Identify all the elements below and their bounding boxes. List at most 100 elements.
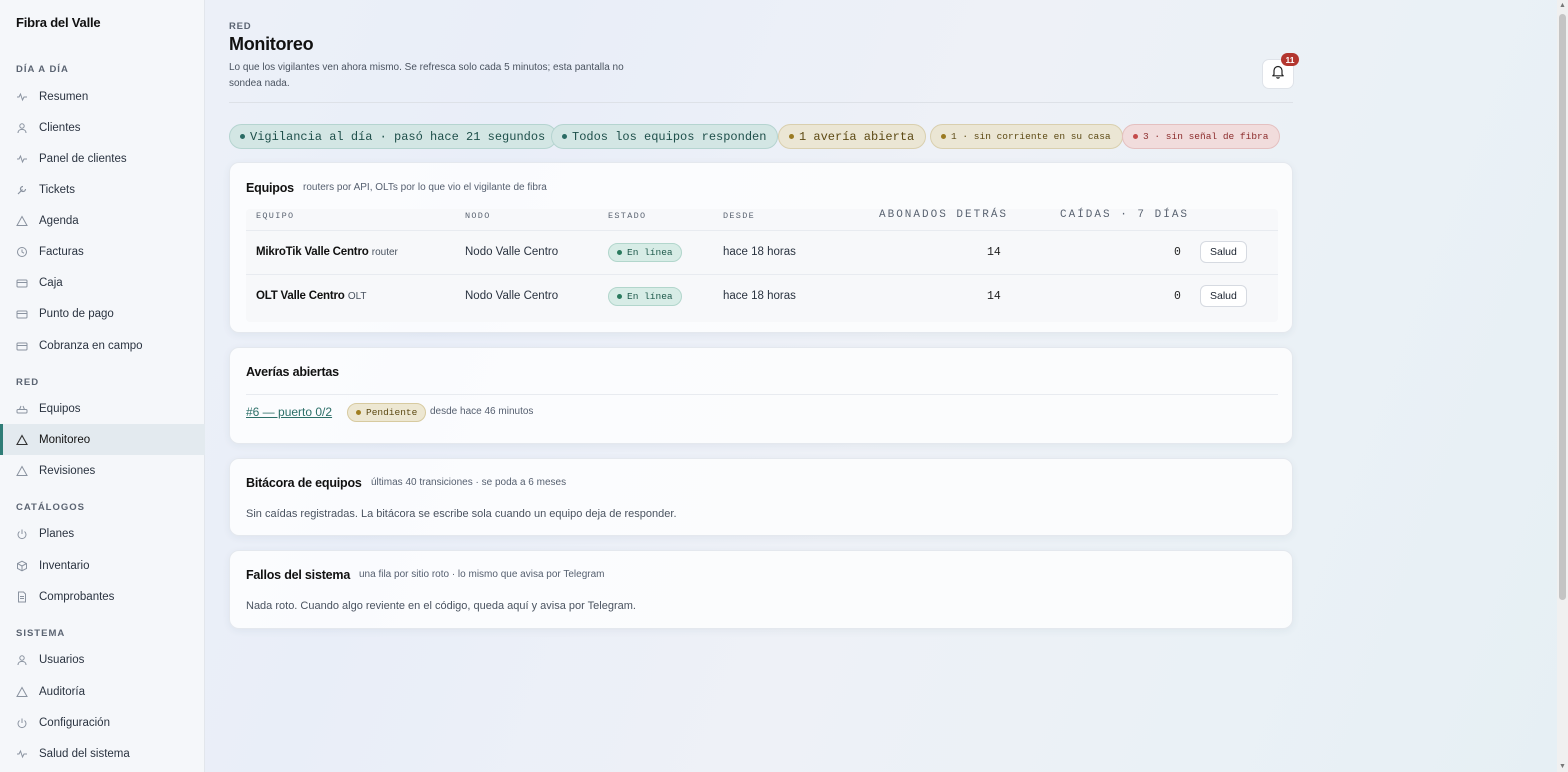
status-label: Pendiente [366,407,418,418]
averia-since: desde hace 46 minutos [430,406,534,417]
warning-icon [16,685,28,698]
sidebar-item-caja[interactable]: Caja [0,267,205,298]
sidebar-item-label: Agenda [39,214,79,227]
router-icon [16,403,28,415]
sidebar-item-configuracion[interactable]: Configuración [0,707,205,738]
chip-label: 1 · sin corriente en su casa [951,131,1111,142]
chip-label: 3 · sin señal de fibra [1143,131,1269,142]
empty-state-text: Nada roto. Cuando algo reviente en el có… [246,600,636,612]
section-dia-a-dia: DÍA A DÍA [16,64,69,75]
document-icon [16,591,28,603]
sidebar-item-monitoreo[interactable]: Monitoreo [0,424,205,455]
sidebar-item-panel-de-clientes[interactable]: Panel de clientes [0,143,205,174]
card-title: Averías abiertas [246,365,339,379]
sidebar-item-label: Usuarios [39,653,85,666]
sidebar-item-label: Facturas [39,245,84,258]
sidebar-item-revisiones[interactable]: Revisiones [0,455,205,486]
status-chip-averias: 1 avería abierta [778,124,927,149]
warning-icon [16,214,28,227]
sidebar-item-label: Salud del sistema [39,747,130,760]
caidas-cell: 0 [1174,290,1181,303]
sidebar-item-facturas[interactable]: Facturas [0,236,205,267]
sidebar-item-equipos[interactable]: Equipos [0,393,205,424]
sidebar-item-tickets[interactable]: Tickets [0,174,205,205]
sidebar-item-label: Clientes [39,121,81,134]
column-header: ABONADOS DETRÁS [879,209,1009,221]
column-header: ESTADO [608,211,647,221]
sidebar-item-resumen[interactable]: Resumen [0,81,205,112]
card-title: Equipos [246,181,294,195]
sidebar-item-agenda[interactable]: Agenda [0,205,205,236]
page-title: Monitoreo [229,34,314,54]
status-dot [356,410,361,415]
sidebar-item-punto-de-pago[interactable]: Punto de pago [0,298,205,329]
averia-link[interactable]: #6 — puerto 0/2 [246,405,332,419]
abonados-cell: 14 [987,246,1001,259]
sidebar-item-planes[interactable]: Planes [0,518,205,549]
sidebar-item-label: Inventario [39,559,90,572]
sidebar-item-label: Configuración [39,716,110,729]
status-chip-sin-senal: 3 · sin señal de fibra [1122,124,1281,149]
equipo-kind: OLT [347,291,367,302]
card-title: Fallos del sistema [246,568,351,582]
sidebar-item-label: Equipos [39,402,81,415]
warning-icon [16,464,28,477]
status-badge: Pendiente [347,403,427,422]
sidebar-item-label: Caja [39,276,63,289]
row-divider [246,274,1278,275]
status-dot [789,134,794,139]
status-dot [1133,134,1138,139]
nodo-cell: Nodo Valle Centro [465,290,559,302]
vertical-scrollbar[interactable]: ▲ ▼ [1557,0,1568,772]
status-chip-vigilancia: Vigilancia al día · pasó hace 21 segundo… [229,124,558,149]
equipos-card: Equipos routers por API, OLTs por lo que… [229,162,1293,333]
sidebar-item-auditoria[interactable]: Auditoría [0,676,205,707]
scroll-down-icon[interactable]: ▼ [1559,763,1566,770]
status-dot [617,250,622,255]
card-note: últimas 40 transiciones · se poda a 6 me… [371,477,567,488]
warning-icon [16,433,28,446]
nodo-cell: Nodo Valle Centro [465,246,559,258]
equipo-cell: OLT Valle Centro OLT [256,290,367,302]
power-icon [16,717,28,729]
card-icon [16,277,28,289]
salud-button[interactable]: Salud [1200,285,1247,307]
fallos-card: Fallos del sistema una fila por sitio ro… [229,550,1293,629]
equipos-table [246,209,1278,322]
notification-count-badge: 11 [1281,53,1299,66]
clock-icon [16,246,28,258]
bitacora-card: Bitácora de equipos últimas 40 transicio… [229,458,1293,536]
bell-icon [1271,64,1285,84]
section-catalogos: CATÁLOGOS [16,502,85,513]
card-icon [16,308,28,320]
row-divider [246,230,1278,231]
sidebar-item-label: Cobranza en campo [39,339,143,352]
column-header: NODO [465,211,491,221]
sidebar-item-comprobantes[interactable]: Comprobantes [0,581,205,612]
sidebar-item-cobranza-en-campo[interactable]: Cobranza en campo [0,330,205,361]
sidebar-item-label: Monitoreo [39,433,91,446]
desde-cell: hace 18 horas [723,290,796,302]
chip-label: Vigilancia al día · pasó hace 21 segundo… [250,129,546,144]
sidebar-item-salud-del-sistema[interactable]: Salud del sistema [0,738,205,769]
user-icon [16,122,28,134]
box-icon [16,560,28,572]
salud-button[interactable]: Salud [1200,241,1247,263]
page-subtitle: Lo que los vigilantes ven ahora mismo. S… [229,62,624,89]
sidebar-item-inventario[interactable]: Inventario [0,550,205,581]
status-label: En línea [627,291,673,302]
status-badge: En línea [608,243,682,262]
sidebar-item-label: Comprobantes [39,590,115,603]
equipo-kind: router [371,247,398,258]
scroll-up-icon[interactable]: ▲ [1559,2,1566,9]
status-dot [562,134,567,139]
empty-state-text: Sin caídas registradas. La bitácora se e… [246,508,677,520]
sidebar-item-clientes[interactable]: Clientes [0,112,205,143]
sidebar-item-label: Planes [39,527,75,540]
sidebar-item-usuarios[interactable]: Usuarios [0,644,205,675]
averias-card: Averías abiertas #6 — puerto 0/2 Pendien… [229,347,1293,444]
status-chip-sin-corriente: 1 · sin corriente en su casa [930,124,1123,149]
pulse-icon [16,153,28,165]
scrollbar-thumb[interactable] [1559,14,1566,600]
user-icon [16,654,28,666]
